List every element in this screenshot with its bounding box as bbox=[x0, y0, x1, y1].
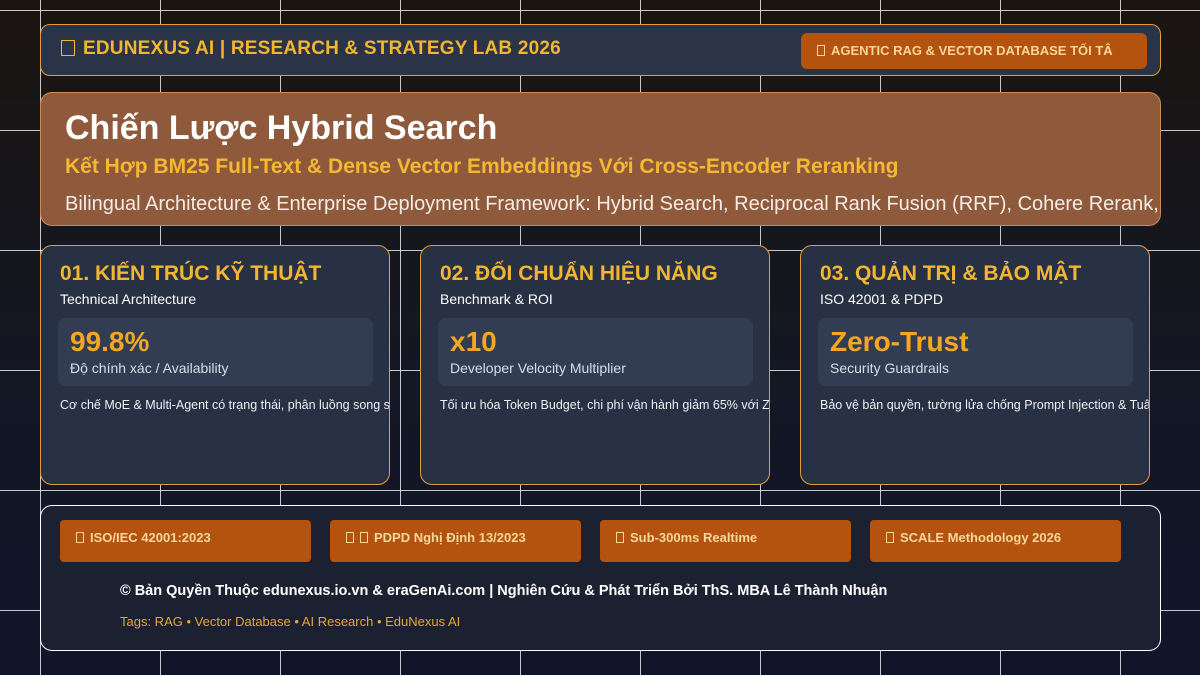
tag-label: ISO/IEC 42001:2023 bbox=[90, 530, 211, 545]
shield-icon bbox=[76, 532, 84, 543]
hero-subtitle: Kết Hợp BM25 Full-Text & Dense Vector Em… bbox=[65, 155, 899, 178]
flag-icon bbox=[360, 532, 368, 543]
header-badge-text: AGENTIC RAG & VECTOR DATABASE TỐI TÂ bbox=[831, 43, 1113, 58]
document-icon bbox=[61, 40, 75, 56]
top-header-bar: EDUNEXUS AI | RESEARCH & STRATEGY LAB 20… bbox=[40, 24, 1161, 76]
card-subtitle: Technical Architecture bbox=[60, 291, 197, 307]
hero-description: Bilingual Architecture & Enterprise Depl… bbox=[65, 193, 1161, 215]
metric-label: Security Guardrails bbox=[830, 360, 950, 376]
card-technical-architecture: 01. KIẾN TRÚC KỸ THUẬT Technical Archite… bbox=[40, 245, 390, 485]
footer-panel: ISO/IEC 42001:2023 PDPD Nghị Định 13/202… bbox=[40, 505, 1161, 651]
metric-value: Zero-Trust bbox=[830, 326, 969, 357]
header-title-text: EDUNEXUS AI | RESEARCH & STRATEGY LAB 20… bbox=[83, 38, 561, 59]
metric-label: Độ chính xác / Availability bbox=[70, 360, 229, 376]
bolt-icon bbox=[817, 45, 825, 56]
tags-line: Tags: RAG • Vector Database • AI Researc… bbox=[120, 614, 461, 629]
card-subtitle: Benchmark & ROI bbox=[440, 291, 553, 307]
tag-label: PDPD Nghị Định 13/2023 bbox=[374, 530, 526, 545]
hero-banner: Chiến Lược Hybrid Search Kết Hợp BM25 Fu… bbox=[40, 92, 1161, 226]
copyright-text: © Bản Quyền Thuộc edunexus.io.vn & eraGe… bbox=[120, 583, 888, 599]
card-governance-security: 03. QUẢN TRỊ & BẢO MẬT ISO 42001 & PDPD … bbox=[800, 245, 1150, 485]
metric-box: 99.8% Độ chính xác / Availability bbox=[58, 318, 373, 386]
bolt-icon bbox=[616, 532, 624, 543]
tag-pdpd: PDPD Nghị Định 13/2023 bbox=[330, 520, 581, 562]
card-subtitle: ISO 42001 & PDPD bbox=[820, 291, 943, 307]
card-description: Bảo vệ bản quyền, tường lửa chống Prompt… bbox=[820, 398, 1150, 412]
card-description: Tối ưu hóa Token Budget, chi phí vận hàn… bbox=[440, 398, 770, 412]
tag-label: Sub-300ms Realtime bbox=[630, 530, 758, 545]
tag-scale-methodology: SCALE Methodology 2026 bbox=[870, 520, 1121, 562]
metric-box: x10 Developer Velocity Multiplier bbox=[438, 318, 753, 386]
tag-label: SCALE Methodology 2026 bbox=[900, 530, 1062, 545]
tag-realtime: Sub-300ms Realtime bbox=[600, 520, 851, 562]
chart-icon bbox=[886, 532, 894, 543]
header-badge: AGENTIC RAG & VECTOR DATABASE TỐI TÂ bbox=[801, 33, 1147, 69]
card-title: 03. QUẢN TRỊ & BẢO MẬT bbox=[820, 262, 1082, 285]
tag-iso-42001: ISO/IEC 42001:2023 bbox=[60, 520, 311, 562]
metric-label: Developer Velocity Multiplier bbox=[450, 360, 626, 376]
card-title: 02. ĐỐI CHUẨN HIỆU NĂNG bbox=[440, 262, 718, 285]
flag-icon bbox=[346, 532, 354, 543]
card-description: Cơ chế MoE & Multi-Agent có trạng thái, … bbox=[60, 398, 390, 412]
metric-value: 99.8% bbox=[70, 326, 150, 357]
card-title: 01. KIẾN TRÚC KỸ THUẬT bbox=[60, 262, 322, 285]
hero-title: Chiến Lược Hybrid Search bbox=[65, 109, 498, 147]
metric-value: x10 bbox=[450, 326, 497, 357]
card-benchmark-roi: 02. ĐỐI CHUẨN HIỆU NĂNG Benchmark & ROI … bbox=[420, 245, 770, 485]
metric-box: Zero-Trust Security Guardrails bbox=[818, 318, 1133, 386]
header-title: EDUNEXUS AI | RESEARCH & STRATEGY LAB 20… bbox=[61, 38, 561, 60]
